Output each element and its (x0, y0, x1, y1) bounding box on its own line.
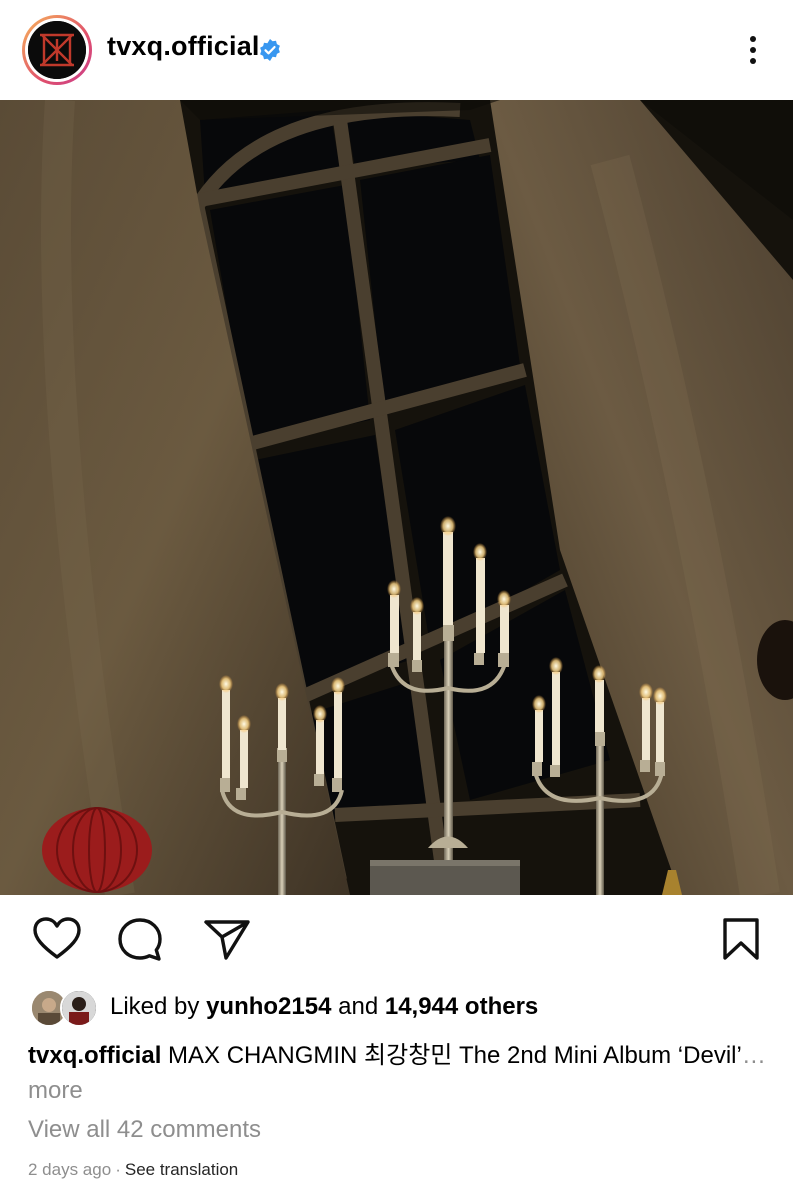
post-timestamp: 2 days ago (28, 1160, 112, 1179)
caption-text: MAX CHANGMIN 최강창민 The 2nd Mini Album ‘De… (168, 1042, 742, 1069)
likes-row[interactable]: Liked by yunho2154 and 14,944 others (0, 986, 793, 1030)
more-dot (750, 36, 756, 42)
liker-username[interactable]: yunho2154 (206, 993, 331, 1020)
post-meta: 2 days ago · See translation (28, 1160, 238, 1180)
header-username[interactable]: tvxq.official (107, 31, 260, 62)
profile-avatar[interactable] (22, 15, 92, 85)
caption-username[interactable]: tvxq.official (28, 1042, 161, 1069)
more-dot (750, 58, 756, 64)
see-translation-link[interactable]: See translation (125, 1160, 238, 1179)
caption-ellipsis: … (741, 1042, 766, 1069)
action-bar (0, 895, 793, 985)
send-icon[interactable] (202, 917, 252, 961)
verified-badge-icon (260, 39, 280, 61)
caption: tvxq.official MAX CHANGMIN 최강창민 The 2nd … (28, 1038, 768, 1108)
comment-icon[interactable] (116, 917, 166, 961)
bookmark-icon[interactable] (716, 917, 766, 961)
red-lantern (42, 807, 152, 893)
post-photo[interactable] (0, 100, 793, 895)
likes-prefix: Liked by (110, 993, 200, 1020)
likes-text: Liked by yunho2154 and 14,944 others (110, 993, 538, 1021)
avatar-border (25, 18, 89, 82)
meta-separator: · (115, 1160, 121, 1179)
view-comments-link[interactable]: View all 42 comments (28, 1116, 261, 1144)
heart-icon[interactable] (32, 917, 82, 961)
likes-others[interactable]: 14,944 others (385, 993, 538, 1020)
liker-avatar (60, 989, 98, 1027)
more-dot (750, 47, 756, 53)
post-header: tvxq.official (0, 0, 793, 100)
tvxq-logo-icon (28, 21, 86, 79)
more-options-icon[interactable] (740, 30, 766, 70)
caption-more-link[interactable]: more (28, 1077, 83, 1104)
likes-connector: and (338, 993, 379, 1020)
